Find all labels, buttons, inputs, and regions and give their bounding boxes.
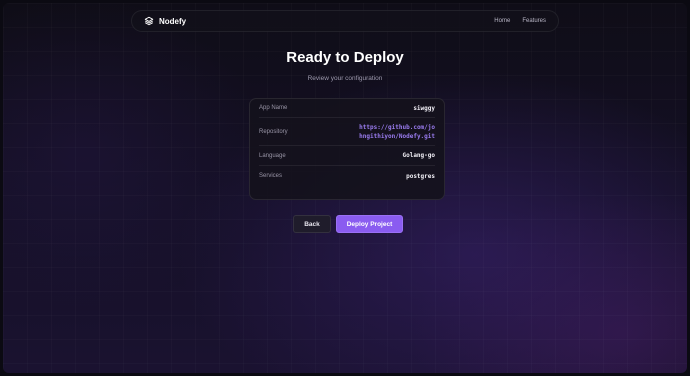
layers-icon xyxy=(144,16,154,26)
back-button[interactable]: Back xyxy=(293,215,331,233)
config-row-app-name: App Name siwggy xyxy=(259,99,435,118)
config-label: Services xyxy=(259,173,283,179)
config-label: Language xyxy=(259,152,286,159)
config-value: postgres xyxy=(406,172,435,180)
brand-name: Nodefy xyxy=(159,16,187,26)
page-subtitle: Review your configuration xyxy=(307,75,383,82)
config-value: Golang-go xyxy=(402,152,435,159)
config-row-services: Services postgres xyxy=(259,166,435,186)
navbar: Nodefy Home Features xyxy=(131,10,559,32)
config-row-repository: Repository https://github.com/johngithiy… xyxy=(259,118,435,146)
config-value: siwggy xyxy=(413,104,435,112)
nav-link-features[interactable]: Features xyxy=(522,18,546,24)
nav-links: Home Features xyxy=(494,18,546,24)
app-window: Nodefy Home Features Ready to Deploy Rev… xyxy=(3,3,687,373)
nav-link-home[interactable]: Home xyxy=(494,18,510,24)
brand[interactable]: Nodefy xyxy=(144,16,186,26)
config-label: App Name xyxy=(259,105,288,111)
deploy-project-button[interactable]: Deploy Project xyxy=(336,215,403,233)
configuration-summary-card: App Name siwggy Repository https://githu… xyxy=(249,98,445,200)
page-title: Ready to Deploy xyxy=(286,49,404,66)
config-label: Repository xyxy=(259,128,288,135)
repository-link[interactable]: https://github.com/johngithiyon/Nodefy.g… xyxy=(357,123,435,141)
config-row-language: Language Golang-go xyxy=(259,146,435,166)
